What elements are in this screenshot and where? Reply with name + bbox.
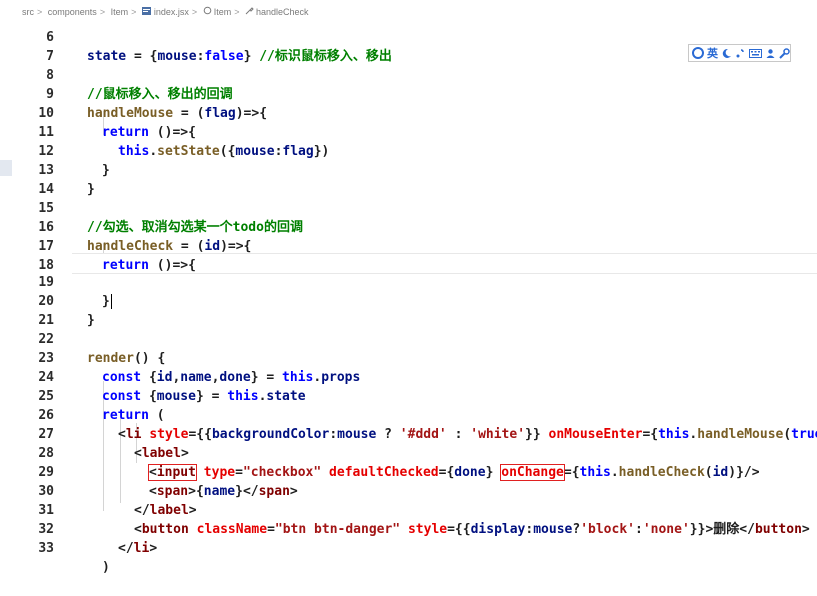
- punctuation-icon[interactable]: [735, 48, 746, 59]
- jsx-file-icon: [141, 6, 154, 17]
- code-line-12: 12 }: [0, 123, 817, 178]
- breadcrumb-components[interactable]: components: [48, 7, 97, 17]
- code-line-32: 32 </li>: [0, 501, 817, 556]
- ime-toolbar[interactable]: 英: [688, 44, 791, 62]
- code-line-14: 14: [0, 161, 817, 197]
- breadcrumb-file[interactable]: index.jsx: [154, 7, 189, 17]
- gutter-marker: [0, 160, 12, 176]
- code-line-27: 27 <label>: [0, 406, 817, 461]
- breadcrumb: src > components > Item > index.jsx > Item > …: [0, 0, 817, 20]
- code-line-15: 15 //勾选、取消勾选某一个todo的回调: [0, 180, 817, 235]
- code-line-19: 19 }: [0, 254, 817, 309]
- code-line-10: 10 return ()=>{: [0, 85, 817, 140]
- chevron-right-icon: >: [99, 6, 106, 17]
- component-icon: [203, 6, 214, 17]
- ime-language-toggle[interactable]: 英: [707, 45, 718, 61]
- method-icon: [245, 6, 256, 17]
- code-line-30: 30 </label>: [0, 463, 817, 518]
- code-text: </li>: [118, 541, 158, 556]
- chevron-right-icon: >: [37, 6, 43, 17]
- wrench-icon[interactable]: [779, 47, 790, 59]
- code-line-26: 26 <li style={{backgroundColor:mouse ? '…: [0, 387, 817, 442]
- code-line-16: 16 handleCheck = (id)=>{: [0, 199, 817, 254]
- code-line-22: 22 render() {: [0, 311, 817, 366]
- code-line-20: 20 }: [0, 273, 817, 328]
- code-line-17: 17 return ()=>{: [0, 218, 817, 273]
- chevron-right-icon: >: [191, 6, 198, 17]
- chevron-right-icon: >: [131, 6, 137, 17]
- code-line-28: 28 <input type="checkbox" defaultChecked…: [0, 425, 817, 481]
- moon-icon[interactable]: [721, 48, 732, 59]
- code-line-13: 13 }: [0, 142, 817, 197]
- code-line-33: 33 ): [0, 520, 817, 575]
- breadcrumb-item-folder[interactable]: Item: [111, 7, 129, 17]
- line-number: 33: [38, 541, 54, 556]
- code-line-25: 25 return (: [0, 368, 817, 423]
- code-line-29: 29 <span>{name}</span>: [0, 444, 817, 499]
- breadcrumb-item-component[interactable]: Item: [214, 7, 232, 17]
- breadcrumb-symbol[interactable]: handleCheck: [256, 7, 309, 17]
- keyboard-icon[interactable]: [749, 48, 762, 59]
- code-text: ): [102, 560, 110, 575]
- code-line-23: 23 const {id,name,done} = this.props: [0, 330, 817, 385]
- code-line-31: 31 <button className="btn btn-danger" st…: [0, 482, 817, 537]
- code-line-11: 11 this.setState({mouse:flag}): [0, 104, 817, 159]
- breadcrumb-src[interactable]: src: [22, 7, 34, 17]
- code-line-9: 9 handleMouse = (flag)=>{: [0, 66, 817, 121]
- code-line-24: 24 const {mouse} = this.state: [0, 349, 817, 404]
- chevron-right-icon: >: [234, 6, 240, 17]
- code-line-21: 21: [0, 292, 817, 328]
- sogou-logo-icon[interactable]: [692, 47, 704, 59]
- code-editor[interactable]: 6 state = {mouse:false} //标识鼠标移入、移出 7 8 …: [0, 0, 817, 575]
- user-icon[interactable]: [765, 48, 776, 59]
